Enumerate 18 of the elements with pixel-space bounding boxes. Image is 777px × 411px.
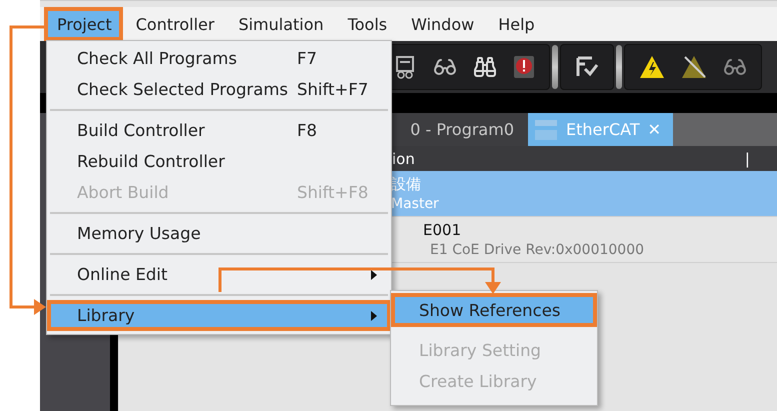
menu-bar-item[interactable]: Help xyxy=(485,7,546,41)
alert-icon[interactable] xyxy=(513,55,535,79)
edit-check-icon[interactable] xyxy=(575,55,599,79)
menu-item[interactable]: Check Selected Programs Shift+F7 xyxy=(47,74,391,105)
menu-bar-item[interactable]: Simulation xyxy=(225,7,335,41)
submenu-caret-icon xyxy=(371,310,377,320)
menu-bar-item[interactable]: Window xyxy=(398,7,486,41)
submenu-caret-icon xyxy=(371,270,377,280)
menu-item[interactable]: Show References xyxy=(391,293,597,327)
menu-bar-item[interactable]: Project xyxy=(44,7,123,41)
menu-item[interactable]: Build Controller F8 xyxy=(47,115,391,146)
column-header: ion xyxy=(392,150,415,168)
menu-bar-item[interactable]: Controller xyxy=(122,7,226,41)
column-header: | xyxy=(744,150,750,168)
warning-icon[interactable] xyxy=(639,55,665,79)
menu-item[interactable]: Library xyxy=(47,300,391,331)
menu-bar-item[interactable]: Tools xyxy=(334,7,398,41)
binoculars-icon[interactable] xyxy=(473,55,497,79)
